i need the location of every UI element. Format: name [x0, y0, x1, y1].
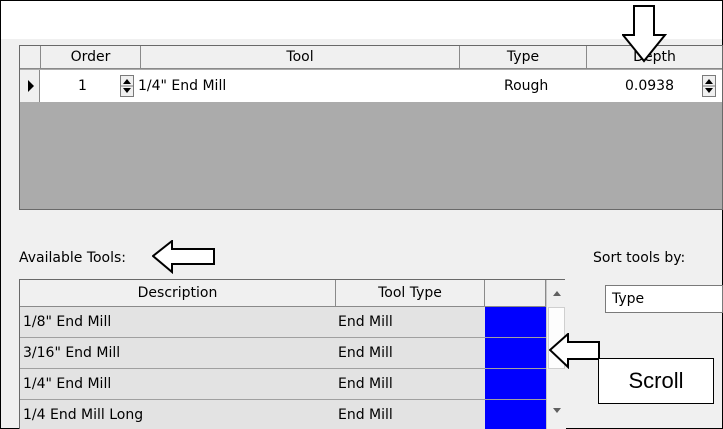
tool-type-cell[interactable]: End Mill [338, 400, 393, 429]
top-strip [1, 1, 722, 39]
order-cell[interactable]: 1 [78, 70, 98, 102]
table-row[interactable]: 1/4 End Mill Long End Mill [20, 400, 546, 429]
row-selector[interactable] [20, 70, 40, 102]
tool-type-column-header[interactable]: Tool Type [336, 280, 485, 307]
order-spinner[interactable] [120, 75, 134, 97]
description-cell[interactable]: 1/8" End Mill [23, 307, 111, 337]
description-cell[interactable]: 3/16" End Mill [23, 338, 120, 368]
left-arrow-annotation-icon [549, 333, 600, 369]
color-swatch[interactable] [485, 369, 546, 399]
description-column-header[interactable]: Description [20, 280, 336, 307]
table-row[interactable]: 1 1/4" End Mill Rough 0.0938 [20, 70, 722, 102]
color-column-header[interactable] [485, 280, 546, 307]
spinner-icon [121, 79, 133, 93]
tool-cell[interactable]: 1/4" End Mill [138, 70, 438, 102]
tool-type-cell[interactable]: End Mill [338, 338, 393, 368]
row-pointer-icon [28, 80, 34, 92]
selected-tools-grid[interactable]: Order Tool Type Depth 1 1/4" End Mill Ro… [19, 45, 723, 210]
tool-column-header[interactable]: Tool [141, 46, 460, 69]
table-row[interactable]: 3/16" End Mill End Mill [20, 338, 546, 369]
depth-cell[interactable]: 0.0938 [625, 70, 695, 102]
scroll-up-arrow-icon[interactable] [551, 289, 563, 299]
scroll-callout: Scroll [598, 358, 714, 404]
tool-type-cell[interactable]: End Mill [338, 369, 393, 399]
description-cell[interactable]: 1/4 End Mill Long [23, 400, 143, 429]
description-cell[interactable]: 1/4" End Mill [23, 369, 111, 399]
table-row[interactable]: 1/4" End Mill End Mill [20, 369, 546, 400]
tool-type-cell[interactable]: End Mill [338, 307, 393, 337]
row-header-corner [20, 46, 41, 69]
order-column-header[interactable]: Order [41, 46, 141, 69]
type-column-header[interactable]: Type [460, 46, 587, 69]
available-tools-label: Available Tools: [19, 250, 127, 266]
left-arrow-annotation-icon [152, 240, 215, 274]
spinner-icon [703, 79, 715, 93]
table-row[interactable]: 1/8" End Mill End Mill [20, 307, 546, 338]
color-swatch[interactable] [485, 338, 546, 368]
depth-spinner[interactable] [702, 75, 716, 97]
scroll-down-arrow-icon[interactable] [551, 405, 563, 415]
sort-tools-label: Sort tools by: [593, 250, 686, 266]
type-cell[interactable]: Rough [504, 70, 584, 102]
color-swatch[interactable] [485, 400, 546, 429]
down-arrow-annotation-icon [622, 5, 668, 63]
available-tools-grid[interactable]: Description Tool Type 1/8" End Mill End … [19, 279, 566, 429]
sort-tools-select[interactable]: Type [605, 285, 723, 313]
color-swatch[interactable] [485, 307, 546, 337]
